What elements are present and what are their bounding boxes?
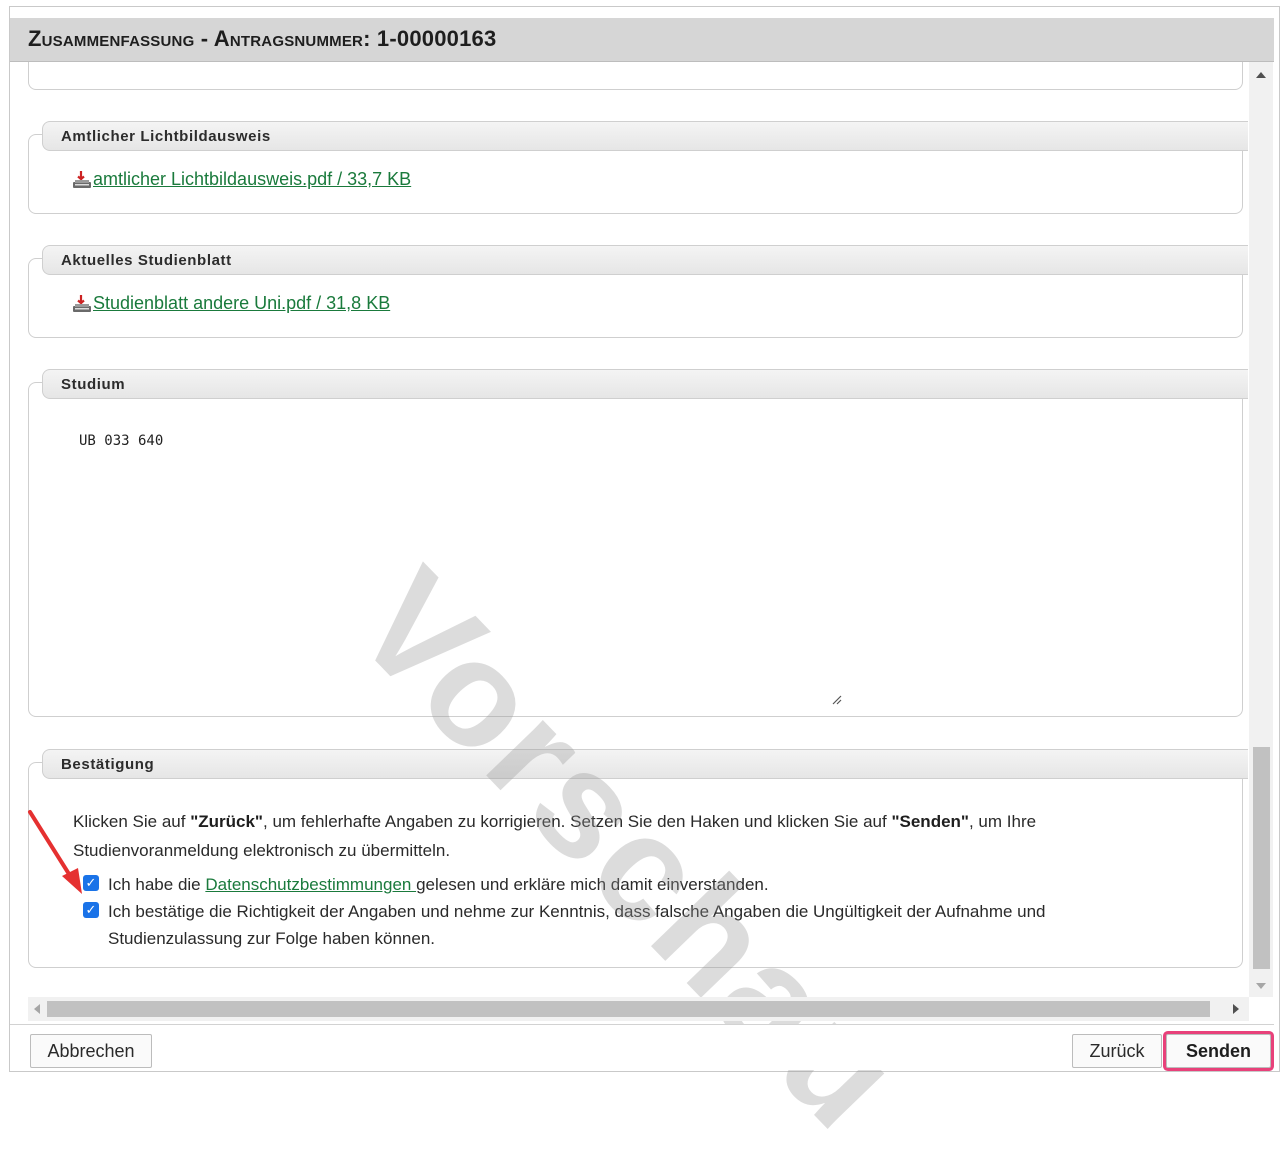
vertical-scroll-thumb[interactable] <box>1253 747 1270 969</box>
file-link-label: Studienblatt andere Uni.pdf / 31,8 KB <box>93 293 391 313</box>
vertical-scrollbar[interactable] <box>1249 62 1273 997</box>
privacy-consent-row: ✓ Ich habe die Datenschutzbestimmungen g… <box>83 871 1163 898</box>
file-download-link[interactable]: Studienblatt andere Uni.pdf / 31,8 KB <box>71 293 390 314</box>
section-lichtbildausweis: Amtlicher Lichtbildausweis amtlicher Lic… <box>28 121 1248 214</box>
back-button[interactable]: Zurück <box>1072 1034 1162 1068</box>
dialog-title: Zusammenfassung - Antragsnummer: 1-00000… <box>28 26 497 51</box>
section-previous <box>28 62 1243 90</box>
section-studienblatt: Aktuelles Studienblatt Studienblatt ande… <box>28 245 1248 338</box>
accuracy-confirmation-label: Ich bestätige die Richtigkeit der Angabe… <box>108 902 1046 948</box>
download-icon <box>71 170 93 190</box>
download-icon <box>71 294 93 314</box>
send-button[interactable]: Senden <box>1166 1034 1271 1068</box>
file-download-link[interactable]: amtlicher Lichtbildausweis.pdf / 33,7 KB <box>71 169 411 190</box>
section-studium: Studium UB 033 640 <box>28 369 1248 717</box>
dialog-titlebar: Zusammenfassung - Antragsnummer: 1-00000… <box>10 18 1274 62</box>
horizontal-scrollbar[interactable] <box>28 997 1249 1021</box>
section-legend: Amtlicher Lichtbildausweis <box>42 121 1248 151</box>
cancel-button[interactable]: Abbrechen <box>30 1034 152 1068</box>
section-bestaetigung: Bestätigung Klicken Sie auf "Zurück", um… <box>28 749 1248 968</box>
scroll-left-icon[interactable] <box>34 1004 40 1014</box>
section-legend: Aktuelles Studienblatt <box>42 245 1248 275</box>
annotation-arrow-icon <box>28 810 82 894</box>
file-link-label: amtlicher Lichtbildausweis.pdf / 33,7 KB <box>93 169 412 189</box>
scroll-up-icon[interactable] <box>1256 72 1266 78</box>
section-legend: Bestätigung <box>42 749 1248 779</box>
scroll-content: Amtlicher Lichtbildausweis amtlicher Lic… <box>10 62 1248 997</box>
scroll-right-icon[interactable] <box>1233 1004 1239 1014</box>
privacy-consent-label: Ich habe die Datenschutzbestimmungen gel… <box>108 875 769 894</box>
studium-value: UB 033 640 <box>79 433 164 449</box>
privacy-policy-link[interactable]: Datenschutzbestimmungen <box>205 875 416 894</box>
confirmation-instructions: Klicken Sie auf "Zurück", um fehlerhafte… <box>73 812 1037 860</box>
accuracy-confirmation-row: ✓ Ich bestätige die Richtigkeit der Anga… <box>83 898 1163 952</box>
accuracy-confirmation-checkbox[interactable]: ✓ <box>83 902 99 918</box>
section-legend: Studium <box>42 369 1248 399</box>
resize-handle-icon[interactable] <box>830 692 842 705</box>
horizontal-scroll-thumb[interactable] <box>47 1001 1210 1017</box>
dialog-footer: Abbrechen Zurück Senden <box>10 1024 1274 1070</box>
scroll-down-icon[interactable] <box>1256 983 1266 989</box>
